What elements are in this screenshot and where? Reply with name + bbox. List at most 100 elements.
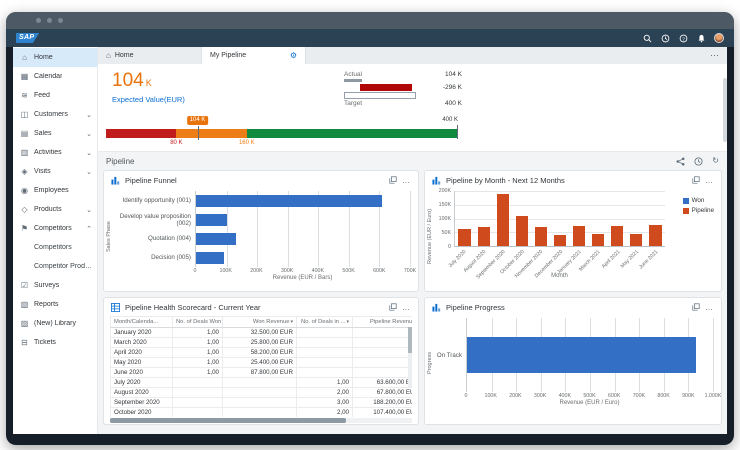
overflow-menu-icon[interactable]: … xyxy=(402,176,411,185)
table-cell: 67.800,00 EUR xyxy=(353,388,413,398)
table-cell: 1,00 xyxy=(173,348,223,358)
sidebar-item-label: (New) Library xyxy=(34,320,76,327)
expand-icon[interactable] xyxy=(692,303,700,311)
legend-label: Pipeline xyxy=(692,207,714,214)
table-icon xyxy=(111,303,120,312)
share-icon[interactable] xyxy=(676,157,685,166)
chevron-down-icon: ⌄ xyxy=(86,206,92,214)
legend-swatch xyxy=(683,208,689,214)
window-control-icon[interactable] xyxy=(36,18,41,23)
table-cell xyxy=(353,368,413,378)
sidebar-item-label: Home xyxy=(34,54,53,61)
table-vertical-scrollbar[interactable] xyxy=(408,327,412,387)
legend-item[interactable]: Won xyxy=(683,197,714,204)
sidebar-item-employees[interactable]: ◉Employees xyxy=(13,181,97,200)
x-tick-label: 800K xyxy=(657,393,669,399)
sidebar-item-customers[interactable]: ◫Customers⌄ xyxy=(13,105,97,124)
card-scorecard: Pipeline Health Scorecard - Current Year… xyxy=(103,297,419,425)
content-scrollbar[interactable] xyxy=(723,64,727,434)
column-header-won-revenue[interactable]: Won Revenue▾ xyxy=(223,317,297,328)
x-axis-label: Revenue (EUR / Bars) xyxy=(195,275,410,283)
history-icon[interactable] xyxy=(694,157,703,166)
table-row[interactable]: August 20202,0067.800,00 EUR xyxy=(111,388,413,398)
column-header-no-of-deals-won[interactable]: No. of Deals Won▾ xyxy=(173,317,223,328)
table-horizontal-scrollbar[interactable] xyxy=(110,418,412,423)
table-cell: 58.200,00 EUR xyxy=(223,348,297,358)
expand-icon[interactable] xyxy=(389,303,397,311)
search-icon[interactable] xyxy=(643,34,652,43)
avatar[interactable] xyxy=(714,33,724,43)
sidebar-item-activities[interactable]: ▥Activities⌄ xyxy=(13,143,97,162)
y-axis-ticks: 200K150K100K50K0 xyxy=(436,191,454,247)
gear-icon[interactable]: ⚙ xyxy=(290,51,297,60)
table-cell xyxy=(173,388,223,398)
column-header-no-of-deals-in[interactable]: No. of Deals in ...▾ xyxy=(297,317,353,328)
window-control-icon[interactable] xyxy=(47,18,52,23)
sidebar-item-tickets[interactable]: ⊟Tickets xyxy=(13,333,97,352)
kpi-number: 104 xyxy=(112,70,144,91)
table-row[interactable]: April 20201,0058.200,00 EUR xyxy=(111,348,413,358)
table-row[interactable]: September 20203,00188.200,00 EUR xyxy=(111,398,413,408)
sidebar-item-calendar[interactable]: ▦Calendar xyxy=(13,67,97,86)
table-cell xyxy=(297,348,353,358)
expand-icon[interactable] xyxy=(692,176,700,184)
column-header-month-calenda[interactable]: Month/Calenda... xyxy=(111,317,173,328)
tab-home[interactable]: ⌂Home xyxy=(98,47,202,64)
category-label: Identify opportunity (001) xyxy=(115,191,195,210)
kpi-unit: K xyxy=(146,78,152,88)
kpi-label[interactable]: Expected Value(EUR) xyxy=(112,95,185,104)
notifications-icon[interactable] xyxy=(697,34,706,43)
expand-icon[interactable] xyxy=(389,176,397,184)
table-row[interactable]: January 20201,0032.500,00 EUR xyxy=(111,328,413,338)
sidebar-item-products[interactable]: ◇Products⌄ xyxy=(13,200,97,219)
table-row[interactable]: July 20201,0063.600,00 EUR xyxy=(111,378,413,388)
table-row[interactable]: October 20202,00107.400,00 EUR xyxy=(111,408,413,418)
table-header-row: Month/Calenda...No. of Deals Won▾Won Rev… xyxy=(111,317,413,328)
sidebar-item-sales[interactable]: ▤Sales⌄ xyxy=(13,124,97,143)
legend-item[interactable]: Pipeline xyxy=(683,207,714,214)
tab-overflow-icon[interactable]: ⋯ xyxy=(710,50,727,61)
category-label: On Track xyxy=(436,318,466,392)
sidebar-item-competitor-products[interactable]: Competitor Products xyxy=(13,257,97,276)
help-icon[interactable]: ? xyxy=(679,34,688,43)
window-titlebar xyxy=(6,12,734,29)
table-cell xyxy=(297,368,353,378)
sidebar-item-competitors[interactable]: ⚑Competitors⌃ xyxy=(13,219,97,238)
sidebar-item-surveys[interactable]: ☑Surveys xyxy=(13,276,97,295)
sidebar-item-competitors[interactable]: Competitors xyxy=(13,238,97,257)
bar xyxy=(478,227,490,246)
y-tick-label: 50K xyxy=(442,230,451,236)
column-header-pipeline-revenue[interactable]: Pipeline Revenue▾ xyxy=(353,317,413,328)
delta-value: -296 K xyxy=(443,84,462,91)
table-cell: 1,00 xyxy=(173,358,223,368)
sidebar-item-label: Products xyxy=(34,206,62,213)
table-cell: 32.500,00 EUR xyxy=(223,328,297,338)
table-cell: 87.800,00 EUR xyxy=(223,368,297,378)
chevron-down-icon: ⌄ xyxy=(86,149,92,157)
target-label: Target xyxy=(344,100,362,107)
sidebar-item-reports[interactable]: ▧Reports xyxy=(13,295,97,314)
sidebar-item-label: Reports xyxy=(34,301,59,308)
overflow-menu-icon[interactable]: … xyxy=(705,176,714,185)
overflow-menu-icon[interactable]: … xyxy=(705,303,714,312)
table-cell xyxy=(353,328,413,338)
category-labels: Identify opportunity (001)Develop value … xyxy=(115,191,195,283)
table-row[interactable]: March 20201,0025.800,00 EUR xyxy=(111,338,413,348)
sidebar-item-home[interactable]: ⌂Home xyxy=(13,48,97,67)
screenshot: SAP ? ⌂Home▦Calendar≋Feed◫Customers⌄▤Sal… xyxy=(0,0,740,450)
tab-my-pipeline[interactable]: My Pipeline⚙ xyxy=(202,47,306,64)
sidebar-list: ⌂Home▦Calendar≋Feed◫Customers⌄▤Sales⌄▥Ac… xyxy=(13,48,97,352)
window-control-icon[interactable] xyxy=(58,18,63,23)
sidebar-item-visits[interactable]: ◈Visits⌄ xyxy=(13,162,97,181)
refresh-icon[interactable]: ↻ xyxy=(712,157,719,165)
section-header: Pipeline ↻ xyxy=(98,152,727,170)
x-tick-label: 500K xyxy=(583,393,595,399)
table-row[interactable]: May 20201,0025.400,00 EUR xyxy=(111,358,413,368)
sidebar-item-feed[interactable]: ≋Feed xyxy=(13,86,97,105)
section-icons: ↻ xyxy=(676,157,719,166)
overflow-menu-icon[interactable]: … xyxy=(402,303,411,312)
recents-icon[interactable] xyxy=(661,34,670,43)
sidebar-item-new-library[interactable]: ▨(New) Library xyxy=(13,314,97,333)
table-row[interactable]: June 20201,0087.800,00 EUR xyxy=(111,368,413,378)
customers-icon: ◫ xyxy=(20,110,29,119)
